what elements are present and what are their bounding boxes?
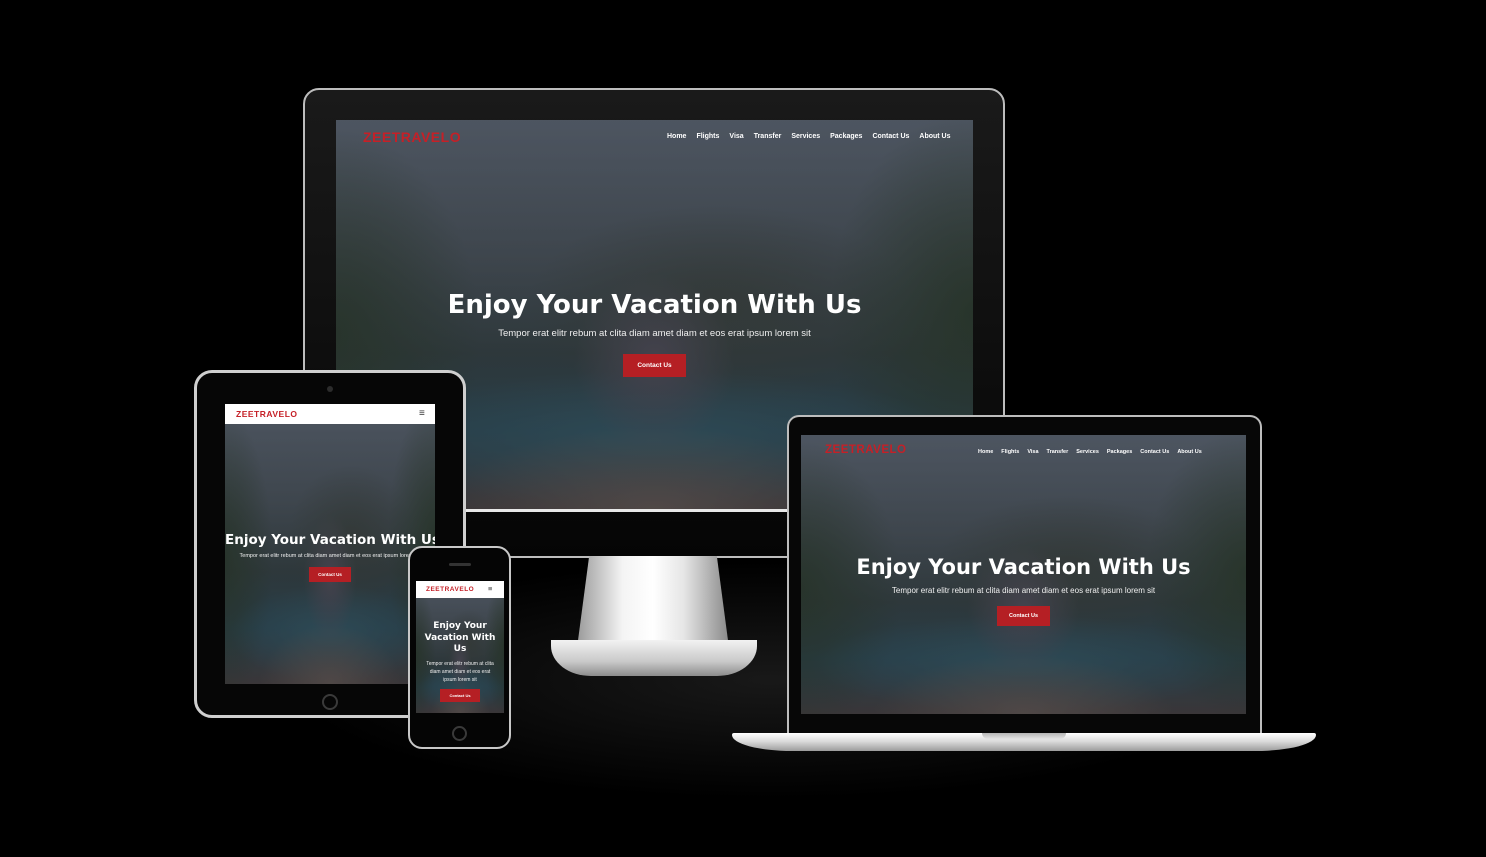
nav-flights[interactable]: Flights — [1001, 449, 1019, 455]
tablet-camera — [327, 386, 333, 392]
contact-us-button[interactable]: Contact Us — [309, 566, 351, 582]
brand-logo[interactable]: ZEETRAVELO — [236, 409, 298, 419]
tablet-home-button[interactable] — [322, 694, 338, 710]
desktop-nav: Home Flights Visa Transfer Services Pack… — [667, 133, 951, 140]
nav-contact-us[interactable]: Contact Us — [1140, 449, 1169, 455]
phone-home-button[interactable] — [452, 726, 467, 741]
phone-screen: ZEETRAVELO ≡ Enjoy Your Vacation With Us… — [416, 581, 504, 713]
nav-visa[interactable]: Visa — [729, 133, 743, 140]
hamburger-menu-icon[interactable]: ≡ — [488, 584, 492, 593]
hero-content: Enjoy Your Vacation With Us Tempor erat … — [336, 290, 973, 377]
brand-logo[interactable]: ZEETRAVELO — [426, 586, 474, 593]
monitor-stand — [577, 556, 729, 648]
hero-subtitle: Tempor erat elitr rebum at clita diam am… — [426, 661, 494, 684]
hero-subtitle: Tempor erat elitr rebum at clita diam am… — [891, 586, 1156, 595]
hero-title: Enjoy Your Vacation With Us — [856, 555, 1191, 579]
nav-flights[interactable]: Flights — [696, 133, 719, 140]
nav-visa[interactable]: Visa — [1027, 449, 1038, 455]
contact-us-button[interactable]: Contact Us — [996, 606, 1051, 626]
nav-services[interactable]: Services — [791, 133, 820, 140]
nav-transfer[interactable]: Transfer — [754, 133, 782, 140]
contact-us-button[interactable]: Contact Us — [440, 689, 480, 703]
nav-contact-us[interactable]: Contact Us — [872, 133, 909, 140]
hero-title: Enjoy Your Vacation With Us — [225, 532, 435, 548]
hero-content: Enjoy Your Vacation With Us Tempor erat … — [225, 532, 435, 582]
hero-subtitle: Tempor erat elitr rebum at clita diam am… — [239, 553, 421, 559]
hero-subtitle: Tempor erat elitr rebum at clita diam am… — [498, 328, 811, 339]
hamburger-menu-icon[interactable]: ≡ — [419, 408, 425, 419]
contact-us-button[interactable]: Contact Us — [623, 354, 686, 377]
monitor-stand-base — [551, 640, 757, 676]
nav-services[interactable]: Services — [1076, 449, 1099, 455]
hero-title: Enjoy Your Vacation With Us — [447, 290, 862, 320]
nav-transfer[interactable]: Transfer — [1047, 449, 1069, 455]
nav-about-us[interactable]: About Us — [1177, 449, 1201, 455]
hero-title: Enjoy Your Vacation With Us — [424, 621, 496, 655]
tablet-navbar: ZEETRAVELO ≡ — [225, 404, 435, 424]
hero-content: Enjoy Your Vacation With Us Tempor erat … — [801, 555, 1246, 626]
brand-logo[interactable]: ZEETRAVELO — [825, 444, 906, 456]
nav-about-us[interactable]: About Us — [919, 133, 950, 140]
nav-packages[interactable]: Packages — [1107, 449, 1132, 455]
tablet-screen: ZEETRAVELO ≡ Enjoy Your Vacation With Us… — [225, 404, 435, 684]
nav-home[interactable]: Home — [667, 133, 686, 140]
hero-content: Enjoy Your Vacation With Us Tempor erat … — [416, 621, 504, 703]
laptop-notch — [982, 733, 1066, 739]
laptop-nav: Home Flights Visa Transfer Services Pack… — [978, 449, 1202, 455]
nav-home[interactable]: Home — [978, 449, 993, 455]
phone-navbar: ZEETRAVELO ≡ — [416, 581, 504, 598]
phone-speaker — [449, 563, 471, 566]
laptop-screen: ZEETRAVELO Home Flights Visa Transfer Se… — [801, 435, 1246, 714]
brand-logo[interactable]: ZEETRAVELO — [363, 129, 461, 145]
nav-packages[interactable]: Packages — [830, 133, 862, 140]
